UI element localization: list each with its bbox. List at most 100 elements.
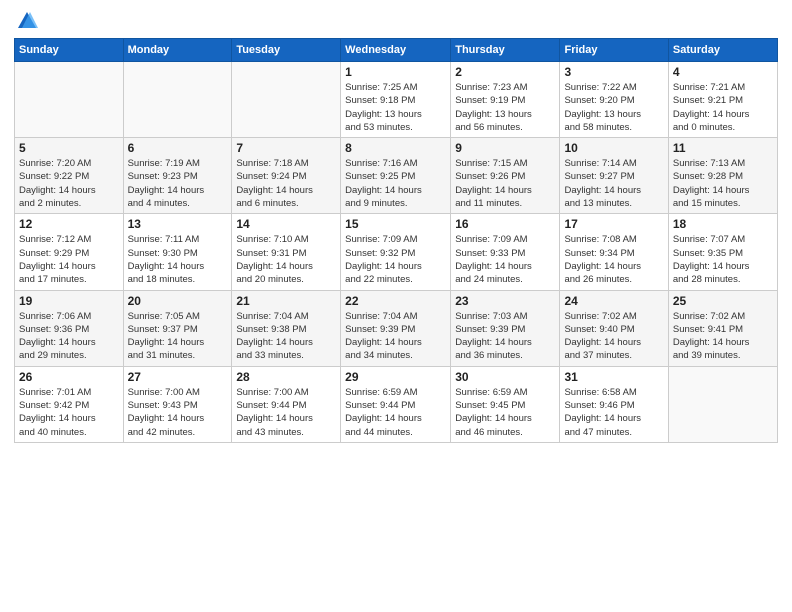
day-number: 31 <box>564 370 663 384</box>
day-info: Sunrise: 7:06 AMSunset: 9:36 PMDaylight:… <box>19 310 119 363</box>
day-number: 9 <box>455 141 555 155</box>
day-number: 17 <box>564 217 663 231</box>
header-cell-friday: Friday <box>560 39 668 62</box>
day-cell: 16Sunrise: 7:09 AMSunset: 9:33 PMDayligh… <box>451 214 560 290</box>
logo <box>14 10 38 32</box>
day-cell <box>15 62 124 138</box>
day-number: 23 <box>455 294 555 308</box>
day-number: 21 <box>236 294 336 308</box>
page: SundayMondayTuesdayWednesdayThursdayFrid… <box>0 0 792 612</box>
day-number: 25 <box>673 294 773 308</box>
day-info: Sunrise: 7:09 AMSunset: 9:32 PMDaylight:… <box>345 233 446 286</box>
day-info: Sunrise: 6:59 AMSunset: 9:45 PMDaylight:… <box>455 386 555 439</box>
day-cell: 6Sunrise: 7:19 AMSunset: 9:23 PMDaylight… <box>123 138 232 214</box>
week-row-3: 19Sunrise: 7:06 AMSunset: 9:36 PMDayligh… <box>15 290 778 366</box>
day-number: 29 <box>345 370 446 384</box>
day-cell: 15 Sunrise: 7:09 AMSunset: 9:32 PMDayligh… <box>341 214 451 290</box>
day-number: 15 <box>345 217 446 231</box>
day-info: Sunrise: 7:20 AMSunset: 9:22 PMDaylight:… <box>19 157 119 210</box>
week-row-4: 26Sunrise: 7:01 AMSunset: 9:42 PMDayligh… <box>15 366 778 442</box>
day-info: Sunrise: 7:14 AMSunset: 9:27 PMDaylight:… <box>564 157 663 210</box>
week-row-0: 1 Sunrise: 7:25 AMSunset: 9:18 PMDaylight… <box>15 62 778 138</box>
day-info: Sunrise: 7:02 AMSunset: 9:40 PMDaylight:… <box>564 310 663 363</box>
header-cell-tuesday: Tuesday <box>232 39 341 62</box>
day-cell: 9 Sunrise: 7:15 AMSunset: 9:26 PMDaylight… <box>451 138 560 214</box>
header <box>14 10 778 32</box>
day-cell: 14Sunrise: 7:10 AMSunset: 9:31 PMDayligh… <box>232 214 341 290</box>
header-cell-monday: Monday <box>123 39 232 62</box>
day-info: Sunrise: 7:00 AMSunset: 9:44 PMDaylight:… <box>236 386 336 439</box>
day-info: Sunrise: 7:16 AMSunset: 9:25 PMDaylight:… <box>345 157 446 210</box>
day-number: 14 <box>236 217 336 231</box>
day-cell: 30 Sunrise: 6:59 AMSunset: 9:45 PMDayligh… <box>451 366 560 442</box>
day-number: 5 <box>19 141 119 155</box>
day-info: Sunrise: 6:59 AMSunset: 9:44 PMDaylight:… <box>345 386 446 439</box>
day-cell: 8 Sunrise: 7:16 AMSunset: 9:25 PMDaylight… <box>341 138 451 214</box>
day-number: 18 <box>673 217 773 231</box>
calendar-body: 1 Sunrise: 7:25 AMSunset: 9:18 PMDaylight… <box>15 62 778 443</box>
day-cell: 2Sunrise: 7:23 AMSunset: 9:19 PMDaylight… <box>451 62 560 138</box>
week-row-1: 5 Sunrise: 7:20 AMSunset: 9:22 PMDaylight… <box>15 138 778 214</box>
day-number: 6 <box>128 141 228 155</box>
day-info: Sunrise: 7:15 AMSunset: 9:26 PMDaylight:… <box>455 157 555 210</box>
day-cell: 24Sunrise: 7:02 AMSunset: 9:40 PMDayligh… <box>560 290 668 366</box>
day-cell <box>123 62 232 138</box>
day-number: 3 <box>564 65 663 79</box>
day-info: Sunrise: 7:11 AMSunset: 9:30 PMDaylight:… <box>128 233 228 286</box>
day-cell: 20 Sunrise: 7:05 AMSunset: 9:37 PMDayligh… <box>123 290 232 366</box>
day-cell: 28 Sunrise: 7:00 AMSunset: 9:44 PMDayligh… <box>232 366 341 442</box>
day-cell <box>668 366 777 442</box>
day-number: 28 <box>236 370 336 384</box>
day-number: 26 <box>19 370 119 384</box>
day-cell: 11Sunrise: 7:13 AMSunset: 9:28 PMDayligh… <box>668 138 777 214</box>
day-info: Sunrise: 7:22 AMSunset: 9:20 PMDaylight:… <box>564 81 663 134</box>
day-number: 2 <box>455 65 555 79</box>
day-number: 8 <box>345 141 446 155</box>
day-info: Sunrise: 7:02 AMSunset: 9:41 PMDaylight:… <box>673 310 773 363</box>
day-cell: 23Sunrise: 7:03 AMSunset: 9:39 PMDayligh… <box>451 290 560 366</box>
day-cell: 27Sunrise: 7:00 AMSunset: 9:43 PMDayligh… <box>123 366 232 442</box>
header-cell-thursday: Thursday <box>451 39 560 62</box>
header-cell-sunday: Sunday <box>15 39 124 62</box>
day-number: 16 <box>455 217 555 231</box>
day-info: Sunrise: 7:08 AMSunset: 9:34 PMDaylight:… <box>564 233 663 286</box>
day-info: Sunrise: 7:05 AMSunset: 9:37 PMDaylight:… <box>128 310 228 363</box>
day-cell: 29 Sunrise: 6:59 AMSunset: 9:44 PMDayligh… <box>341 366 451 442</box>
day-info: Sunrise: 6:58 AMSunset: 9:46 PMDaylight:… <box>564 386 663 439</box>
day-number: 10 <box>564 141 663 155</box>
day-info: Sunrise: 7:04 AMSunset: 9:39 PMDaylight:… <box>345 310 446 363</box>
day-cell: 19Sunrise: 7:06 AMSunset: 9:36 PMDayligh… <box>15 290 124 366</box>
calendar-header: SundayMondayTuesdayWednesdayThursdayFrid… <box>15 39 778 62</box>
day-number: 13 <box>128 217 228 231</box>
day-cell: 12 Sunrise: 7:12 AMSunset: 9:29 PMDayligh… <box>15 214 124 290</box>
day-number: 22 <box>345 294 446 308</box>
day-number: 30 <box>455 370 555 384</box>
day-number: 27 <box>128 370 228 384</box>
day-cell: 25 Sunrise: 7:02 AMSunset: 9:41 PMDayligh… <box>668 290 777 366</box>
day-cell: 22 Sunrise: 7:04 AMSunset: 9:39 PMDayligh… <box>341 290 451 366</box>
day-cell: 1 Sunrise: 7:25 AMSunset: 9:18 PMDaylight… <box>341 62 451 138</box>
day-number: 1 <box>345 65 446 79</box>
day-cell <box>232 62 341 138</box>
day-cell: 26Sunrise: 7:01 AMSunset: 9:42 PMDayligh… <box>15 366 124 442</box>
day-info: Sunrise: 7:25 AMSunset: 9:18 PMDaylight:… <box>345 81 446 134</box>
header-row: SundayMondayTuesdayWednesdayThursdayFrid… <box>15 39 778 62</box>
day-info: Sunrise: 7:13 AMSunset: 9:28 PMDaylight:… <box>673 157 773 210</box>
calendar-table: SundayMondayTuesdayWednesdayThursdayFrid… <box>14 38 778 443</box>
day-cell: 3 Sunrise: 7:22 AMSunset: 9:20 PMDaylight… <box>560 62 668 138</box>
day-cell: 17 Sunrise: 7:08 AMSunset: 9:34 PMDayligh… <box>560 214 668 290</box>
day-cell: 10 Sunrise: 7:14 AMSunset: 9:27 PMDayligh… <box>560 138 668 214</box>
day-cell: 7 Sunrise: 7:18 AMSunset: 9:24 PMDaylight… <box>232 138 341 214</box>
day-number: 20 <box>128 294 228 308</box>
day-info: Sunrise: 7:12 AMSunset: 9:29 PMDaylight:… <box>19 233 119 286</box>
header-cell-wednesday: Wednesday <box>341 39 451 62</box>
day-cell: 21 Sunrise: 7:04 AMSunset: 9:38 PMDayligh… <box>232 290 341 366</box>
week-row-2: 12 Sunrise: 7:12 AMSunset: 9:29 PMDayligh… <box>15 214 778 290</box>
day-info: Sunrise: 7:18 AMSunset: 9:24 PMDaylight:… <box>236 157 336 210</box>
day-number: 7 <box>236 141 336 155</box>
day-info: Sunrise: 7:04 AMSunset: 9:38 PMDaylight:… <box>236 310 336 363</box>
day-cell: 13 Sunrise: 7:11 AMSunset: 9:30 PMDayligh… <box>123 214 232 290</box>
day-number: 12 <box>19 217 119 231</box>
header-cell-saturday: Saturday <box>668 39 777 62</box>
day-cell: 31 Sunrise: 6:58 AMSunset: 9:46 PMDayligh… <box>560 366 668 442</box>
